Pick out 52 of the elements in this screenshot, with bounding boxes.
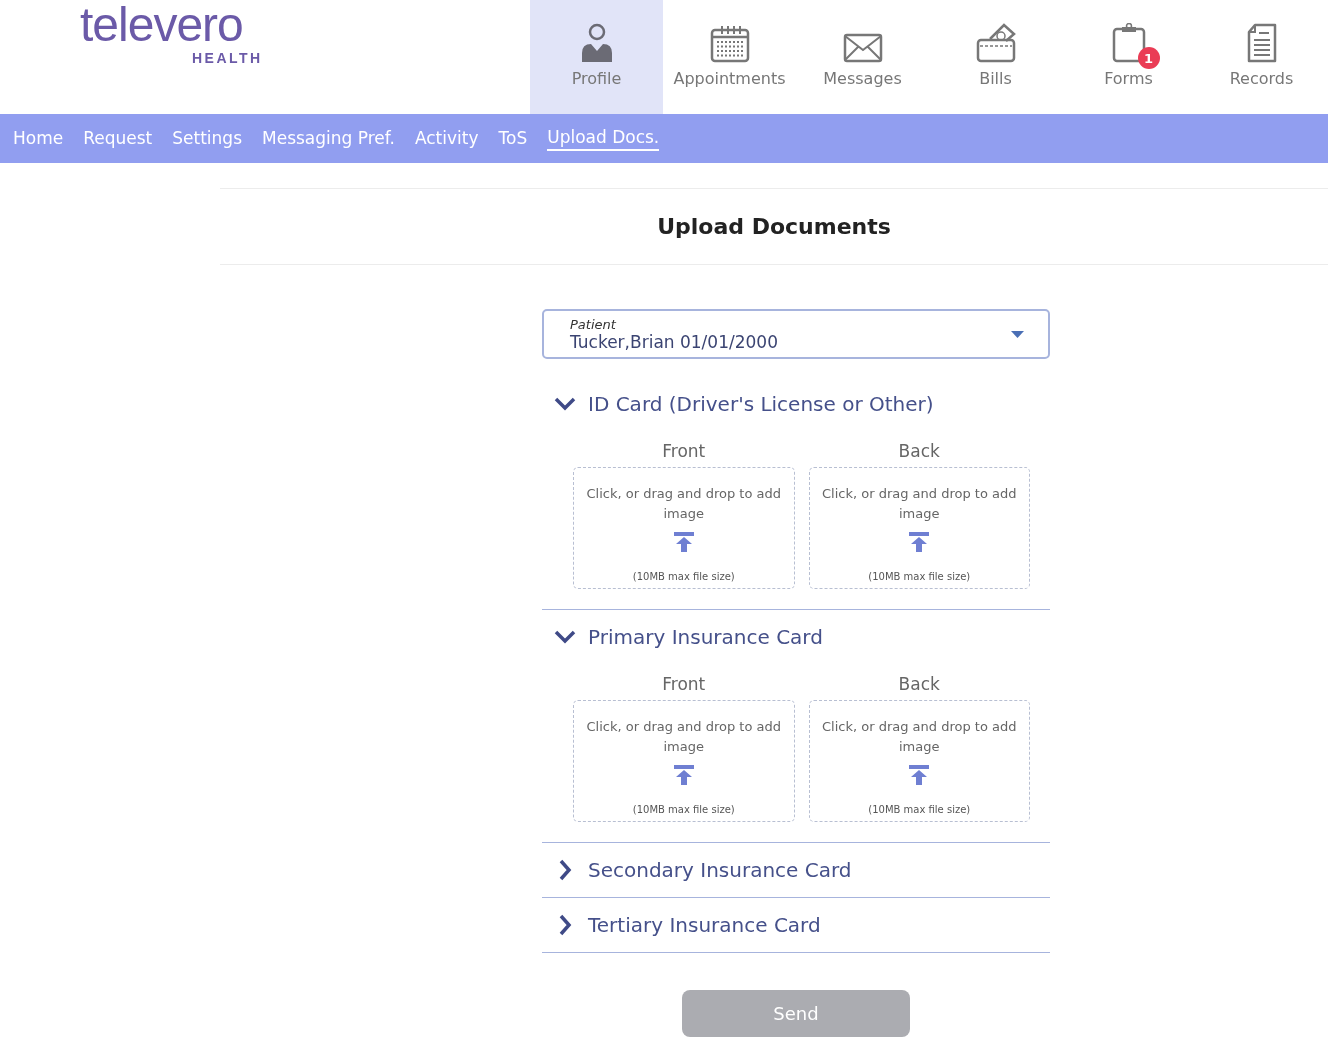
main-nav-item[interactable]: 1 Forms	[1062, 0, 1195, 114]
section-header[interactable]: Primary Insurance Card	[542, 610, 1050, 664]
file-size-note: (10MB max file size)	[868, 571, 971, 582]
patient-select[interactable]: Patient Tucker,Brian 01/01/2000	[542, 309, 1050, 359]
sub-nav-link[interactable]: Upload Docs.	[547, 126, 660, 151]
section-header[interactable]: Tertiary Insurance Card	[542, 898, 1050, 952]
side-label: Back	[898, 674, 940, 694]
upload-icon	[673, 765, 694, 785]
drop-hint: Click, or drag and drop to add image	[821, 718, 1018, 756]
drop-hint: Click, or drag and drop to add image	[821, 485, 1018, 523]
calendar-icon	[709, 25, 750, 63]
image-drop-zone[interactable]: Click, or drag and drop to add image (10MB max file size)	[808, 700, 1030, 822]
dropdown-caret-icon	[1011, 330, 1024, 338]
main-nav-item[interactable]: Records	[1195, 0, 1328, 114]
chevron-down-icon	[554, 630, 576, 644]
main-nav-item[interactable]: Bills	[929, 0, 1062, 114]
envelope-icon	[842, 33, 883, 63]
page-title: Upload Documents	[657, 214, 891, 239]
sub-nav-link[interactable]: Home	[13, 127, 64, 150]
field-value: Tucker,Brian 01/01/2000	[570, 331, 778, 352]
main-nav-item[interactable]: Messages	[796, 0, 929, 114]
image-drop-zone[interactable]: Click, or drag and drop to add image (10MB max file size)	[573, 467, 795, 589]
person-icon	[579, 23, 614, 63]
chevron-down-icon	[554, 397, 576, 411]
side-label: Back	[898, 441, 940, 461]
notification-badge: 1	[1137, 47, 1160, 69]
drop-hint: Click, or drag and drop to add image	[585, 718, 782, 756]
field-label: Patient	[570, 316, 617, 332]
file-size-note: (10MB max file size)	[632, 571, 735, 582]
image-drop-zone[interactable]: Click, or drag and drop to add image (10MB max file size)	[573, 700, 795, 822]
section-header[interactable]: ID Card (Driver's License or Other)	[542, 377, 1050, 431]
side-label: Front	[662, 674, 706, 694]
logo-wordmark: televero	[80, 0, 243, 50]
wallet-icon	[975, 23, 1016, 63]
file-size-note: (10MB max file size)	[632, 804, 735, 815]
logo-subtitle: HEALTH	[192, 50, 263, 66]
section-header[interactable]: Secondary Insurance Card	[542, 843, 1050, 897]
main-nav-item[interactable]: Profile	[530, 0, 663, 114]
sub-nav-link[interactable]: Request	[83, 127, 153, 150]
side-label: Front	[662, 441, 706, 461]
image-drop-zone[interactable]: Click, or drag and drop to add image (10MB max file size)	[808, 467, 1030, 589]
drop-hint: Click, or drag and drop to add image	[585, 485, 782, 523]
upload-icon	[909, 532, 930, 552]
sub-nav-link[interactable]: Messaging Pref.	[262, 127, 395, 150]
sub-nav-link[interactable]: Settings	[172, 127, 242, 150]
clipboard-icon	[1111, 23, 1146, 63]
sub-nav-link[interactable]: ToS	[498, 127, 528, 150]
upload-icon	[673, 532, 694, 552]
file-size-note: (10MB max file size)	[868, 804, 971, 815]
main-nav-item[interactable]: Appointments	[663, 0, 796, 114]
sub-nav-link[interactable]: Activity	[414, 127, 479, 150]
upload-icon	[909, 765, 930, 785]
